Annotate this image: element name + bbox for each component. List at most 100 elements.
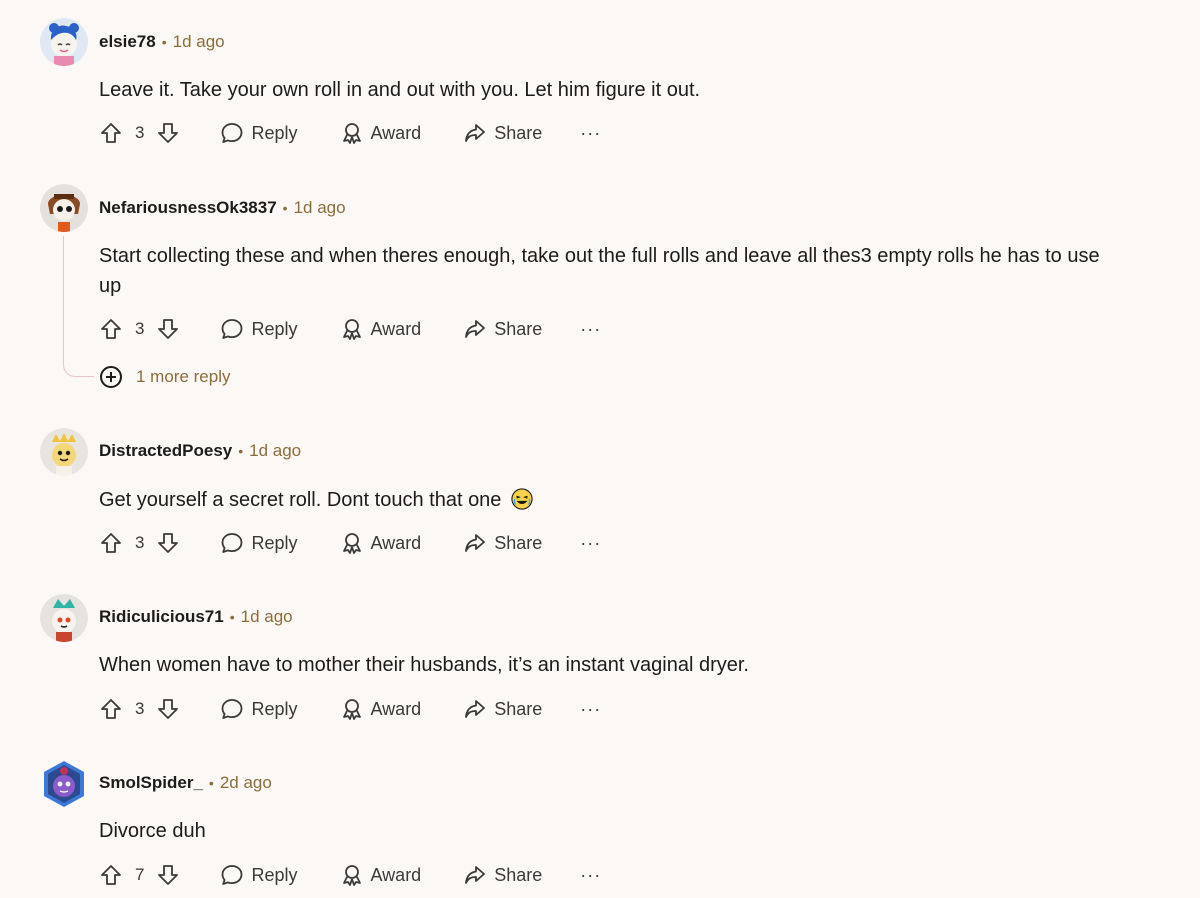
upvote-icon[interactable] [99, 697, 123, 721]
timestamp[interactable]: 1d ago [241, 607, 293, 626]
share-arrow-icon [463, 697, 487, 721]
avatar[interactable] [40, 594, 88, 642]
vote-control: 7 [99, 863, 180, 887]
timestamp[interactable]: 1d ago [173, 32, 225, 51]
timestamp[interactable]: 1d ago [249, 441, 301, 460]
avatar[interactable] [40, 428, 88, 476]
award-label: Award [370, 698, 422, 719]
comment-meta: elsie78 • 1d ago [99, 30, 225, 54]
reply-button[interactable]: Reply [220, 531, 298, 555]
vote-count: 3 [135, 319, 145, 338]
comment-body: Leave it. Take your own roll in and out … [99, 79, 701, 101]
upvote-icon[interactable] [99, 531, 123, 555]
reply-label: Reply [251, 532, 298, 553]
reply-button[interactable]: Reply [220, 863, 298, 887]
award-label: Award [370, 122, 422, 143]
more-options-button[interactable]: ··· [580, 319, 601, 340]
share-button[interactable]: Share [463, 317, 542, 341]
comment-actions: 3 Reply Award Share ··· [99, 118, 601, 148]
comment-bubble-icon [220, 121, 244, 145]
share-label: Share [494, 532, 543, 553]
vote-control: 3 [99, 317, 180, 341]
vote-count: 7 [135, 865, 145, 884]
share-button[interactable]: Share [463, 863, 542, 887]
username[interactable]: elsie78 [99, 32, 156, 51]
reply-label: Reply [251, 698, 298, 719]
vote-control: 3 [99, 697, 180, 721]
award-label: Award [370, 318, 422, 339]
username[interactable]: DistractedPoesy [99, 441, 232, 460]
reply-label: Reply [251, 864, 298, 885]
more-replies-button[interactable]: 1 more reply [99, 364, 230, 390]
avatar[interactable] [40, 18, 88, 66]
downvote-icon[interactable] [156, 121, 180, 145]
downvote-icon[interactable] [156, 317, 180, 341]
award-button[interactable]: Award [340, 317, 422, 341]
comment-body: Get yourself a secret roll. Dont touch t… [99, 485, 1109, 515]
vote-control: 3 [99, 121, 180, 145]
share-label: Share [494, 698, 543, 719]
share-label: Share [494, 864, 543, 885]
share-label: Share [494, 318, 543, 339]
username[interactable]: Ridiculicious71 [99, 607, 224, 626]
vote-count: 3 [135, 533, 145, 552]
comment-actions: 3 Reply Award Share ··· [99, 528, 601, 558]
more-options-button[interactable]: ··· [580, 865, 601, 886]
avatar[interactable] [40, 184, 88, 232]
share-button[interactable]: Share [463, 121, 542, 145]
vote-count: 3 [135, 699, 145, 718]
reply-button[interactable]: Reply [220, 121, 298, 145]
timestamp[interactable]: 1d ago [294, 198, 346, 217]
award-icon [340, 863, 364, 887]
reply-label: Reply [251, 122, 298, 143]
award-button[interactable]: Award [340, 121, 422, 145]
share-arrow-icon [463, 317, 487, 341]
timestamp[interactable]: 2d ago [220, 773, 272, 792]
comment-body-text: Get yourself a secret roll. Dont touch t… [99, 489, 502, 511]
share-arrow-icon [463, 121, 487, 145]
comment-bubble-icon [220, 317, 244, 341]
award-icon [340, 317, 364, 341]
award-label: Award [370, 864, 422, 885]
upvote-icon[interactable] [99, 863, 123, 887]
award-button[interactable]: Award [340, 531, 421, 555]
award-button[interactable]: Award [340, 863, 422, 887]
downvote-icon[interactable] [156, 697, 180, 721]
upvote-icon[interactable] [99, 317, 123, 341]
more-options-button[interactable]: ··· [580, 123, 601, 144]
comment-meta: SmolSpider_ • 2d ago [99, 771, 272, 795]
reply-label: Reply [251, 318, 298, 339]
share-button[interactable]: Share [463, 697, 542, 721]
meta-separator: • [282, 200, 288, 216]
meta-separator: • [229, 609, 235, 625]
comment-bubble-icon [220, 531, 244, 555]
laughing-emoji-icon [511, 488, 533, 510]
avatar[interactable] [40, 760, 88, 808]
more-options-button[interactable]: ··· [580, 533, 601, 554]
username[interactable]: SmolSpider_ [99, 773, 203, 792]
comment-bubble-icon [220, 863, 244, 887]
username[interactable]: NefariousnessOk3837 [99, 198, 277, 217]
share-arrow-icon [463, 863, 487, 887]
reply-button[interactable]: Reply [220, 317, 298, 341]
award-icon [340, 531, 364, 555]
meta-separator: • [238, 443, 244, 459]
award-button[interactable]: Award [340, 697, 422, 721]
vote-control: 3 [99, 531, 180, 555]
downvote-icon[interactable] [156, 863, 180, 887]
share-label: Share [494, 122, 543, 143]
downvote-icon[interactable] [156, 531, 180, 555]
comment-body: Start collecting these and when theres e… [99, 245, 1100, 297]
comment-meta: DistractedPoesy • 1d ago [99, 439, 301, 463]
upvote-icon[interactable] [99, 121, 123, 145]
thread-connector-line [63, 236, 94, 377]
more-replies-label: 1 more reply [136, 367, 231, 386]
comment-meta: Ridiculicious71 • 1d ago [99, 605, 293, 629]
reply-button[interactable]: Reply [220, 697, 298, 721]
meta-separator: • [161, 34, 167, 50]
award-icon [340, 121, 364, 145]
comment-meta: NefariousnessOk3837 • 1d ago [99, 196, 346, 220]
expand-plus-icon [99, 365, 123, 389]
more-options-button[interactable]: ··· [580, 699, 601, 720]
share-button[interactable]: Share [463, 531, 542, 555]
